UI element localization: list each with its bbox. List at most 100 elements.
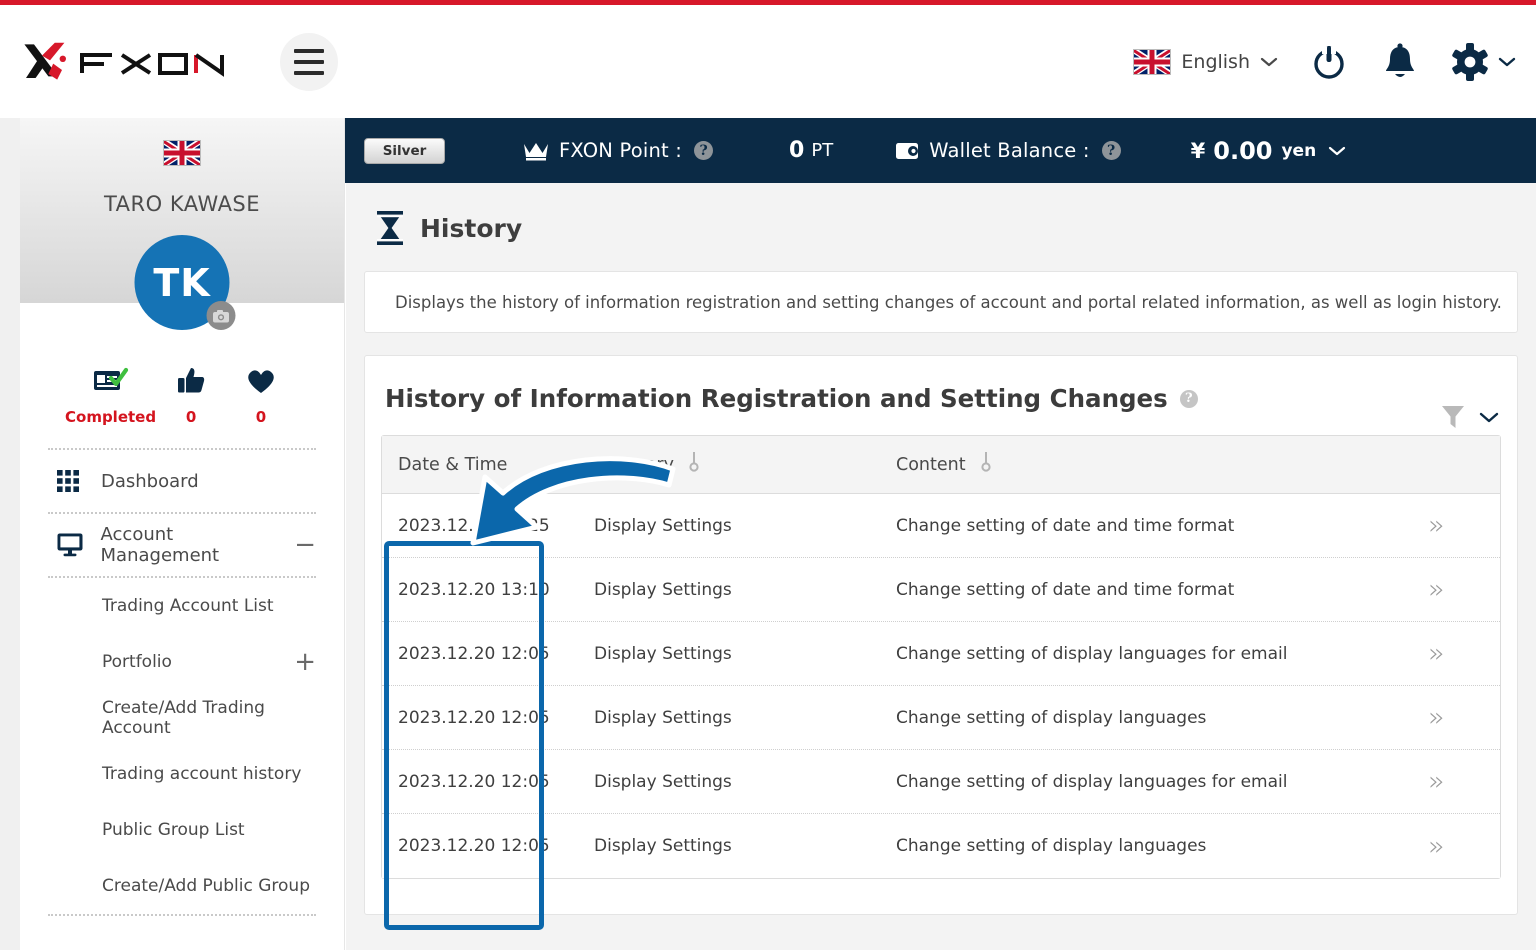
stat-favorites[interactable]: 0 xyxy=(226,365,296,426)
sort-category-icon[interactable] xyxy=(688,451,700,478)
sort-content-icon[interactable] xyxy=(980,451,992,478)
cell-content: Change setting of display languages xyxy=(896,836,1207,856)
row-detail-chevron-icon[interactable]: » xyxy=(1428,768,1500,795)
language-selector[interactable]: English xyxy=(1133,48,1278,75)
row-detail-chevron-icon[interactable]: » xyxy=(1428,576,1500,603)
history-panel: History of Information Registration and … xyxy=(364,355,1518,915)
sidebar-item-dashboard[interactable]: Dashboard xyxy=(20,450,344,512)
camera-glyph xyxy=(213,309,229,322)
fxon-point-label: FXON Point : xyxy=(559,139,683,162)
page-description-card: Displays the history of information regi… xyxy=(364,271,1518,333)
fxon-point-help-icon[interactable]: ? xyxy=(694,141,714,160)
stat-favorites-label: 0 xyxy=(255,408,267,426)
sidebar-item-create-add-public-group[interactable]: Create/Add Public Group xyxy=(20,858,344,914)
wallet-balance-value-group[interactable]: ¥ 0.00 yen xyxy=(1191,137,1347,165)
monitor-icon xyxy=(57,533,85,557)
camera-icon[interactable] xyxy=(206,301,236,330)
power-icon xyxy=(1314,45,1344,79)
table-row[interactable]: 2023.12.20 12:05 Display Settings Change… xyxy=(382,686,1500,750)
table-header-row: Date & Time Category Content xyxy=(382,436,1500,494)
column-header-label: Category xyxy=(594,454,674,475)
sidebar-divider xyxy=(48,914,316,916)
cell-date-time: 2023.12.20 12:05 xyxy=(398,707,550,728)
wallet-balance-label: Wallet Balance : xyxy=(929,139,1090,162)
sidebar-item-account-management[interactable]: Account Management − xyxy=(20,514,344,576)
hamburger-menu-button[interactable] xyxy=(280,32,338,91)
panel-title: History of Information Registration and … xyxy=(385,384,1168,413)
sidebar-item-account-management-toggle[interactable]: − xyxy=(294,532,316,558)
cell-content: Change setting of display languages xyxy=(896,707,1207,728)
panel-header: History of Information Registration and … xyxy=(365,356,1517,413)
avatar[interactable]: TK xyxy=(134,235,236,330)
hamburger-bar xyxy=(294,70,324,75)
stat-likes[interactable]: 0 xyxy=(156,365,226,426)
wallet-balance-group: Wallet Balance : ? xyxy=(895,139,1121,162)
fxon-point-value-group: 0 PT xyxy=(789,138,833,163)
page-title: History xyxy=(420,213,523,243)
cell-category: Display Settings xyxy=(594,579,732,600)
table-row[interactable]: 2023.12.20 12:05 Display Settings Change… xyxy=(382,814,1500,878)
language-label: English xyxy=(1181,50,1250,73)
stat-verification[interactable]: Completed xyxy=(65,365,156,426)
main-content: History Displays the history of informat… xyxy=(346,183,1536,950)
table-row[interactable]: 2023.12.20 13:10 Display Settings Change… xyxy=(382,558,1500,622)
notifications-button[interactable] xyxy=(1380,41,1420,83)
history-table: Date & Time Category Content 2023.12.20 … xyxy=(381,435,1501,879)
row-detail-chevron-icon[interactable]: » xyxy=(1428,704,1500,731)
filter-toggle[interactable] xyxy=(1441,404,1499,430)
stat-likes-label: 0 xyxy=(185,408,197,426)
sidebar-subitem-label: Create/Add Trading Account xyxy=(102,698,265,738)
cell-date-time: 2023.12.20 13:25 xyxy=(398,515,550,536)
fxon-wordmark xyxy=(80,52,224,77)
wallet-icon xyxy=(896,142,919,159)
wallet-balance-help-icon[interactable]: ? xyxy=(1101,141,1121,160)
cell-content: Change setting of date and time format xyxy=(896,515,1235,536)
wallet-balance-value: 0.00 xyxy=(1213,136,1273,165)
uk-flag-icon xyxy=(1133,48,1172,75)
cell-date-time: 2023.12.20 12:05 xyxy=(398,643,550,664)
heart-icon xyxy=(226,365,296,397)
brand-logo[interactable] xyxy=(18,38,238,86)
panel-help-icon[interactable]: ? xyxy=(1179,389,1198,408)
power-button[interactable] xyxy=(1308,41,1350,83)
sidebar-item-portfolio[interactable]: Portfolio + xyxy=(20,634,344,690)
settings-button[interactable] xyxy=(1450,42,1516,82)
row-detail-chevron-icon[interactable]: » xyxy=(1428,833,1500,860)
rank-badge: Silver xyxy=(364,137,445,164)
sidebar-subitem-label: Trading Account List xyxy=(102,596,274,616)
crown-icon xyxy=(524,142,548,160)
cell-content: Change setting of date and time format xyxy=(896,579,1235,600)
cell-content: Change setting of display languages for … xyxy=(896,771,1288,792)
hamburger-bar xyxy=(294,59,324,64)
sidebar-item-create-add-trading-account[interactable]: Create/Add Trading Account xyxy=(20,690,344,746)
grid-icon xyxy=(57,470,85,492)
cell-date-time: 2023.12.20 12:05 xyxy=(398,836,550,856)
row-detail-chevron-icon[interactable]: » xyxy=(1428,512,1500,539)
column-header-date-time: Date & Time xyxy=(382,455,594,475)
sidebar-item-trading-account-history[interactable]: Trading account history xyxy=(20,746,344,802)
sidebar-item-public-group-list[interactable]: Public Group List xyxy=(20,802,344,858)
page-header: History xyxy=(346,183,1536,245)
hamburger-bar xyxy=(294,48,324,53)
sidebar-scroll-gutter[interactable] xyxy=(0,118,20,950)
notification-bell-icon xyxy=(1386,42,1414,77)
uk-flag-icon xyxy=(163,140,201,166)
sidebar-item-trading-account-list[interactable]: Trading Account List xyxy=(20,578,344,634)
fxon-point-group: FXON Point : ? xyxy=(523,139,714,162)
chevron-down-icon[interactable] xyxy=(1328,145,1346,157)
fxon-point-value: 0 xyxy=(789,138,805,163)
cell-category: Display Settings xyxy=(594,515,732,536)
row-detail-chevron-icon[interactable]: » xyxy=(1428,640,1500,667)
column-header-category: Category xyxy=(594,451,896,478)
table-row[interactable]: 2023.12.20 12:05 Display Settings Change… xyxy=(382,622,1500,686)
currency-symbol: ¥ xyxy=(1190,138,1206,163)
table-row[interactable]: 2023.12.20 13:25 Display Settings Change… xyxy=(382,494,1500,558)
cell-category: Display Settings xyxy=(594,643,732,664)
chevron-down-icon xyxy=(1479,412,1499,422)
table-row[interactable]: 2023.12.20 12:05 Display Settings Change… xyxy=(382,750,1500,814)
sidebar-item-portfolio-expand[interactable]: + xyxy=(294,649,316,675)
page-description: Displays the history of information regi… xyxy=(395,292,1502,312)
profile-stats: Completed 0 0 xyxy=(20,365,344,426)
cell-category: Display Settings xyxy=(594,707,732,728)
sidebar-item-account-management-label: Account Management xyxy=(100,524,220,566)
